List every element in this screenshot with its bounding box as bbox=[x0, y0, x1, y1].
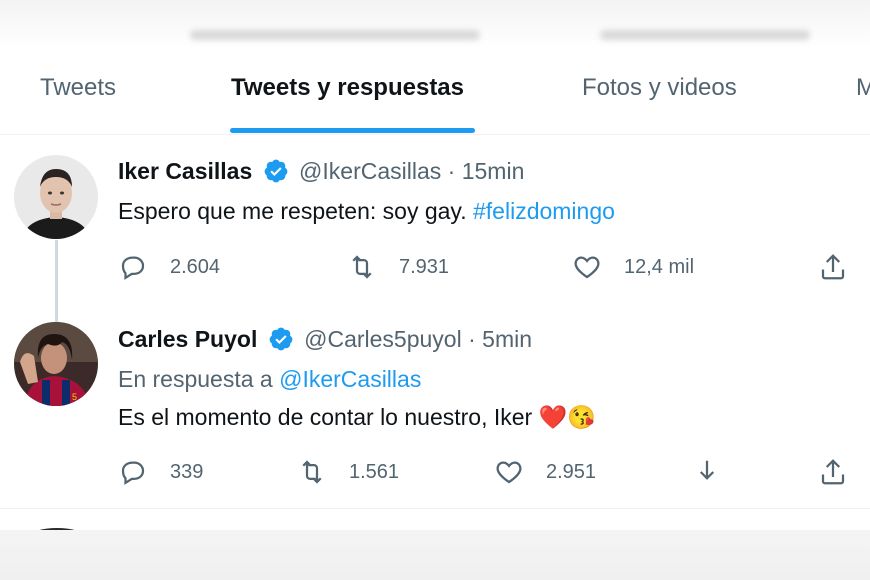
like-button[interactable]: 2.951 bbox=[494, 457, 596, 487]
blurred-header-text bbox=[190, 30, 480, 40]
author-name[interactable]: Carles Puyol bbox=[118, 326, 257, 352]
author-handle[interactable]: @IkerCasillas bbox=[299, 158, 441, 184]
like-button[interactable]: 12,4 mil bbox=[572, 252, 694, 282]
reply-prefix: En respuesta a bbox=[118, 366, 273, 392]
author-handle[interactable]: @Carles5puyol bbox=[304, 326, 462, 352]
tweet-time[interactable]: 15min bbox=[462, 158, 525, 184]
thread-line bbox=[55, 240, 58, 322]
like-icon bbox=[496, 461, 522, 484]
tab-fotos-y-videos[interactable]: Fotos y videos bbox=[582, 74, 737, 102]
like-count: 2.951 bbox=[546, 460, 597, 483]
reply-to-link[interactable]: @IkerCasillas bbox=[279, 366, 421, 392]
profile-tabs: Tweets Tweets y respuestas Fotos y video… bbox=[0, 48, 870, 135]
retweet-count: 7.931 bbox=[399, 255, 450, 278]
tweet-divider bbox=[0, 508, 870, 509]
tweet-header: Carles Puyol @Carles5puyol · 5min bbox=[118, 326, 532, 353]
retweet-icon bbox=[352, 255, 372, 279]
retweet-icon bbox=[302, 460, 322, 484]
share-icon bbox=[821, 254, 845, 280]
like-icon bbox=[574, 256, 600, 279]
reply-count: 339 bbox=[170, 460, 204, 483]
avatar[interactable] bbox=[14, 155, 98, 239]
tweet-time[interactable]: 5min bbox=[482, 326, 532, 352]
reply-button[interactable]: 2.604 bbox=[118, 252, 220, 282]
tweet-text: Espero que me respeten: soy gay. #felizd… bbox=[118, 198, 615, 225]
jersey-number: 5 bbox=[72, 392, 77, 402]
download-button[interactable] bbox=[692, 457, 722, 487]
separator-dot: · bbox=[468, 326, 476, 352]
reply-icon bbox=[121, 256, 145, 280]
retweet-button[interactable]: 7.931 bbox=[347, 252, 449, 282]
reply-icon bbox=[121, 461, 145, 485]
emoji: ❤️😘 bbox=[538, 404, 596, 430]
share-button[interactable] bbox=[818, 457, 848, 487]
like-count: 12,4 mil bbox=[624, 255, 695, 278]
tab-more[interactable]: M bbox=[856, 74, 870, 102]
retweet-count: 1.561 bbox=[349, 460, 400, 483]
tab-tweets[interactable]: Tweets bbox=[40, 74, 116, 102]
avatar-iker-image bbox=[14, 155, 98, 239]
verified-badge-icon bbox=[264, 159, 288, 183]
download-icon bbox=[699, 460, 715, 480]
reply-context: En respuesta a @IkerCasillas bbox=[118, 366, 421, 393]
avatar-puyol-image: 5 bbox=[14, 322, 98, 406]
author-name[interactable]: Iker Casillas bbox=[118, 158, 252, 184]
blurred-header-text bbox=[600, 30, 810, 40]
blurred-header bbox=[0, 0, 870, 48]
tweet-header: Iker Casillas @IkerCasillas · 15min bbox=[118, 158, 524, 185]
tweet-text: Es el momento de contar lo nuestro, Iker… bbox=[118, 404, 596, 431]
separator-dot: · bbox=[447, 158, 456, 184]
tab-tweets-y-respuestas[interactable]: Tweets y respuestas bbox=[231, 74, 464, 102]
tweet-body: Espero que me respeten: soy gay. bbox=[118, 198, 467, 224]
share-icon bbox=[821, 459, 845, 485]
reply-button[interactable]: 339 bbox=[118, 457, 203, 487]
retweet-button[interactable]: 1.561 bbox=[297, 457, 399, 487]
share-button[interactable] bbox=[818, 252, 848, 282]
hashtag-link[interactable]: #felizdomingo bbox=[473, 198, 615, 224]
reply-count: 2.604 bbox=[170, 255, 221, 278]
blurred-footer bbox=[0, 530, 870, 580]
tweet-body: Es el momento de contar lo nuestro, Iker bbox=[118, 404, 533, 430]
verified-badge-icon bbox=[269, 327, 293, 351]
avatar[interactable]: 5 bbox=[14, 322, 98, 406]
active-tab-indicator bbox=[230, 128, 475, 133]
